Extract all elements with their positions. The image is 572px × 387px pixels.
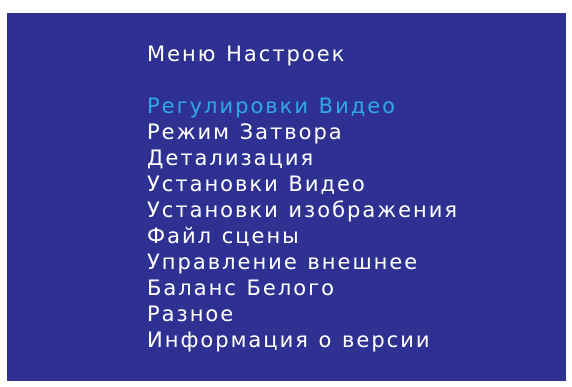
menu-list: Регулировки Видео Режим Затвора Детализа… (147, 93, 459, 353)
menu-item-video-adjustments[interactable]: Регулировки Видео (147, 93, 459, 119)
menu-item-video-settings[interactable]: Установки Видео (147, 171, 459, 197)
menu-item-image-settings[interactable]: Установки изображения (147, 197, 459, 223)
menu-item-detail[interactable]: Детализация (147, 145, 459, 171)
menu-title: Меню Настроек (147, 42, 347, 66)
menu-item-version-info[interactable]: Информация о версии (147, 327, 459, 353)
menu-item-misc[interactable]: Разное (147, 301, 459, 327)
setup-menu-screen: Меню Настроек Регулировки Видео Режим За… (7, 13, 566, 381)
menu-item-shutter-mode[interactable]: Режим Затвора (147, 119, 459, 145)
menu-item-white-balance[interactable]: Баланс Белого (147, 275, 459, 301)
menu-item-external-control[interactable]: Управление внешнее (147, 249, 459, 275)
menu-item-scene-file[interactable]: Файл сцены (147, 223, 459, 249)
